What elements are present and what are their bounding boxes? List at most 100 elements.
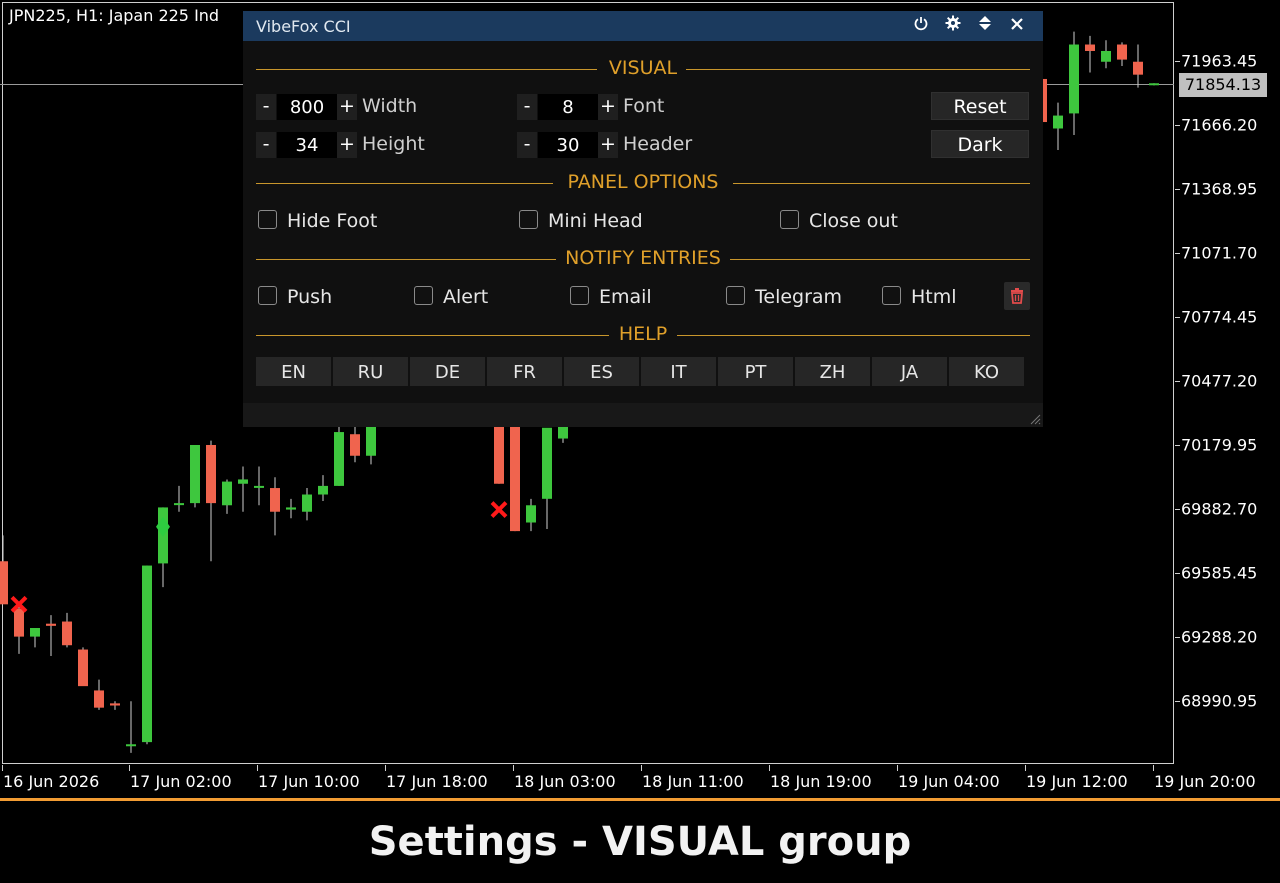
time-label: 16 Jun 2026 <box>3 772 100 791</box>
width-stepper: - 800 + <box>256 94 358 120</box>
alert-label: Alert <box>443 286 489 308</box>
sell-marker-icon <box>490 501 508 518</box>
html-checkbox[interactable] <box>882 286 901 305</box>
price-tick <box>1175 61 1180 62</box>
lang-button-de[interactable]: DE <box>410 357 485 386</box>
time-label: 19 Jun 04:00 <box>898 772 1000 791</box>
candle <box>254 466 264 506</box>
trash-button[interactable] <box>1004 282 1030 310</box>
price-tick <box>1175 637 1180 638</box>
settings-panel: VibeFox CCI VISUAL - 800 + Width - 8 + F… <box>243 11 1043 427</box>
section-help: HELP <box>256 323 1030 345</box>
mini-head-checkbox[interactable] <box>519 210 538 229</box>
price-label: 71071.70 <box>1181 243 1258 263</box>
close-icon[interactable] <box>1006 15 1028 37</box>
dark-button[interactable]: Dark <box>931 130 1029 158</box>
current-price-label: 71854.13 <box>1179 72 1267 97</box>
lang-button-fr[interactable]: FR <box>487 357 562 386</box>
lang-button-zh[interactable]: ZH <box>795 357 870 386</box>
time-tick <box>641 765 642 771</box>
time-tick <box>769 765 770 771</box>
header-label: Header <box>623 133 693 155</box>
close-out-label: Close out <box>809 210 898 232</box>
height-plus-button[interactable]: + <box>337 132 357 158</box>
price-label: 71963.45 <box>1181 51 1258 71</box>
panel-footer <box>243 403 1043 427</box>
candle <box>110 701 120 710</box>
lang-button-en[interactable]: EN <box>256 357 331 386</box>
font-plus-button[interactable]: + <box>598 94 618 120</box>
price-tick <box>1175 381 1180 382</box>
width-plus-button[interactable]: + <box>337 94 357 120</box>
candle <box>190 444 200 508</box>
width-input[interactable]: 800 <box>277 94 337 120</box>
header-minus-button[interactable]: - <box>517 132 537 158</box>
lang-button-ko[interactable]: KO <box>949 357 1024 386</box>
power-icon[interactable] <box>910 15 932 37</box>
telegram-checkbox[interactable] <box>726 286 745 305</box>
header-input[interactable]: 30 <box>538 132 598 158</box>
font-label: Font <box>623 95 665 117</box>
candle <box>62 612 72 648</box>
section-line <box>256 335 609 336</box>
price-label: 69585.45 <box>1181 563 1258 583</box>
candle <box>270 477 280 536</box>
push-label: Push <box>287 286 333 308</box>
reset-button[interactable]: Reset <box>931 92 1029 120</box>
height-input[interactable]: 34 <box>277 132 337 158</box>
width-minus-button[interactable]: - <box>256 94 276 120</box>
time-axis: 16 Jun 2026 17 Jun 02:00 17 Jun 10:00 17 Ju… <box>0 765 1256 798</box>
lang-button-pt[interactable]: PT <box>718 357 793 386</box>
resize-grip-icon[interactable] <box>1029 413 1041 425</box>
time-tick <box>1153 765 1154 771</box>
candle <box>94 679 104 710</box>
font-minus-button[interactable]: - <box>517 94 537 120</box>
candle <box>1053 102 1063 151</box>
candle <box>334 423 344 486</box>
lang-button-es[interactable]: ES <box>564 357 639 386</box>
section-line <box>686 69 1030 70</box>
height-minus-button[interactable]: - <box>256 132 276 158</box>
candle <box>1149 83 1159 86</box>
email-checkbox[interactable] <box>570 286 589 305</box>
font-stepper: - 8 + <box>517 94 619 120</box>
price-tick <box>1175 253 1180 254</box>
candle <box>542 427 552 529</box>
panel-titlebar[interactable]: VibeFox CCI <box>243 11 1043 41</box>
price-label: 70774.45 <box>1181 307 1258 327</box>
section-line <box>730 259 1030 260</box>
time-tick <box>897 765 898 771</box>
time-label: 18 Jun 03:00 <box>514 772 616 791</box>
candle <box>174 485 184 512</box>
font-input[interactable]: 8 <box>538 94 598 120</box>
alert-checkbox[interactable] <box>414 286 433 305</box>
candle <box>14 606 24 654</box>
candle <box>30 628 40 648</box>
time-label: 18 Jun 11:00 <box>642 772 744 791</box>
gear-icon[interactable] <box>942 15 964 37</box>
price-label: 70179.95 <box>1181 435 1258 455</box>
width-label: Width <box>362 95 418 117</box>
section-visual-label: VISUAL <box>608 57 678 79</box>
hide-foot-checkbox[interactable] <box>258 210 277 229</box>
candle <box>126 701 136 753</box>
push-checkbox[interactable] <box>258 286 277 305</box>
lang-button-it[interactable]: IT <box>641 357 716 386</box>
close-out-checkbox[interactable] <box>780 210 799 229</box>
lang-button-ja[interactable]: JA <box>872 357 947 386</box>
diamond-arrows-icon[interactable] <box>974 15 996 37</box>
section-notify: NOTIFY ENTRIES <box>256 247 1030 269</box>
time-tick <box>513 765 514 771</box>
height-stepper: - 34 + <box>256 132 358 158</box>
section-visual: VISUAL <box>256 57 1030 79</box>
trash-icon <box>1011 288 1023 304</box>
html-label: Html <box>911 286 957 308</box>
panel-title: VibeFox CCI <box>256 17 351 36</box>
price-label: 68990.95 <box>1181 691 1258 711</box>
caption: Settings - VISUAL group <box>0 801 1280 872</box>
time-label: 17 Jun 02:00 <box>130 772 232 791</box>
header-plus-button[interactable]: + <box>598 132 618 158</box>
lang-button-ru[interactable]: RU <box>333 357 408 386</box>
section-line <box>256 183 553 184</box>
section-line <box>256 259 556 260</box>
